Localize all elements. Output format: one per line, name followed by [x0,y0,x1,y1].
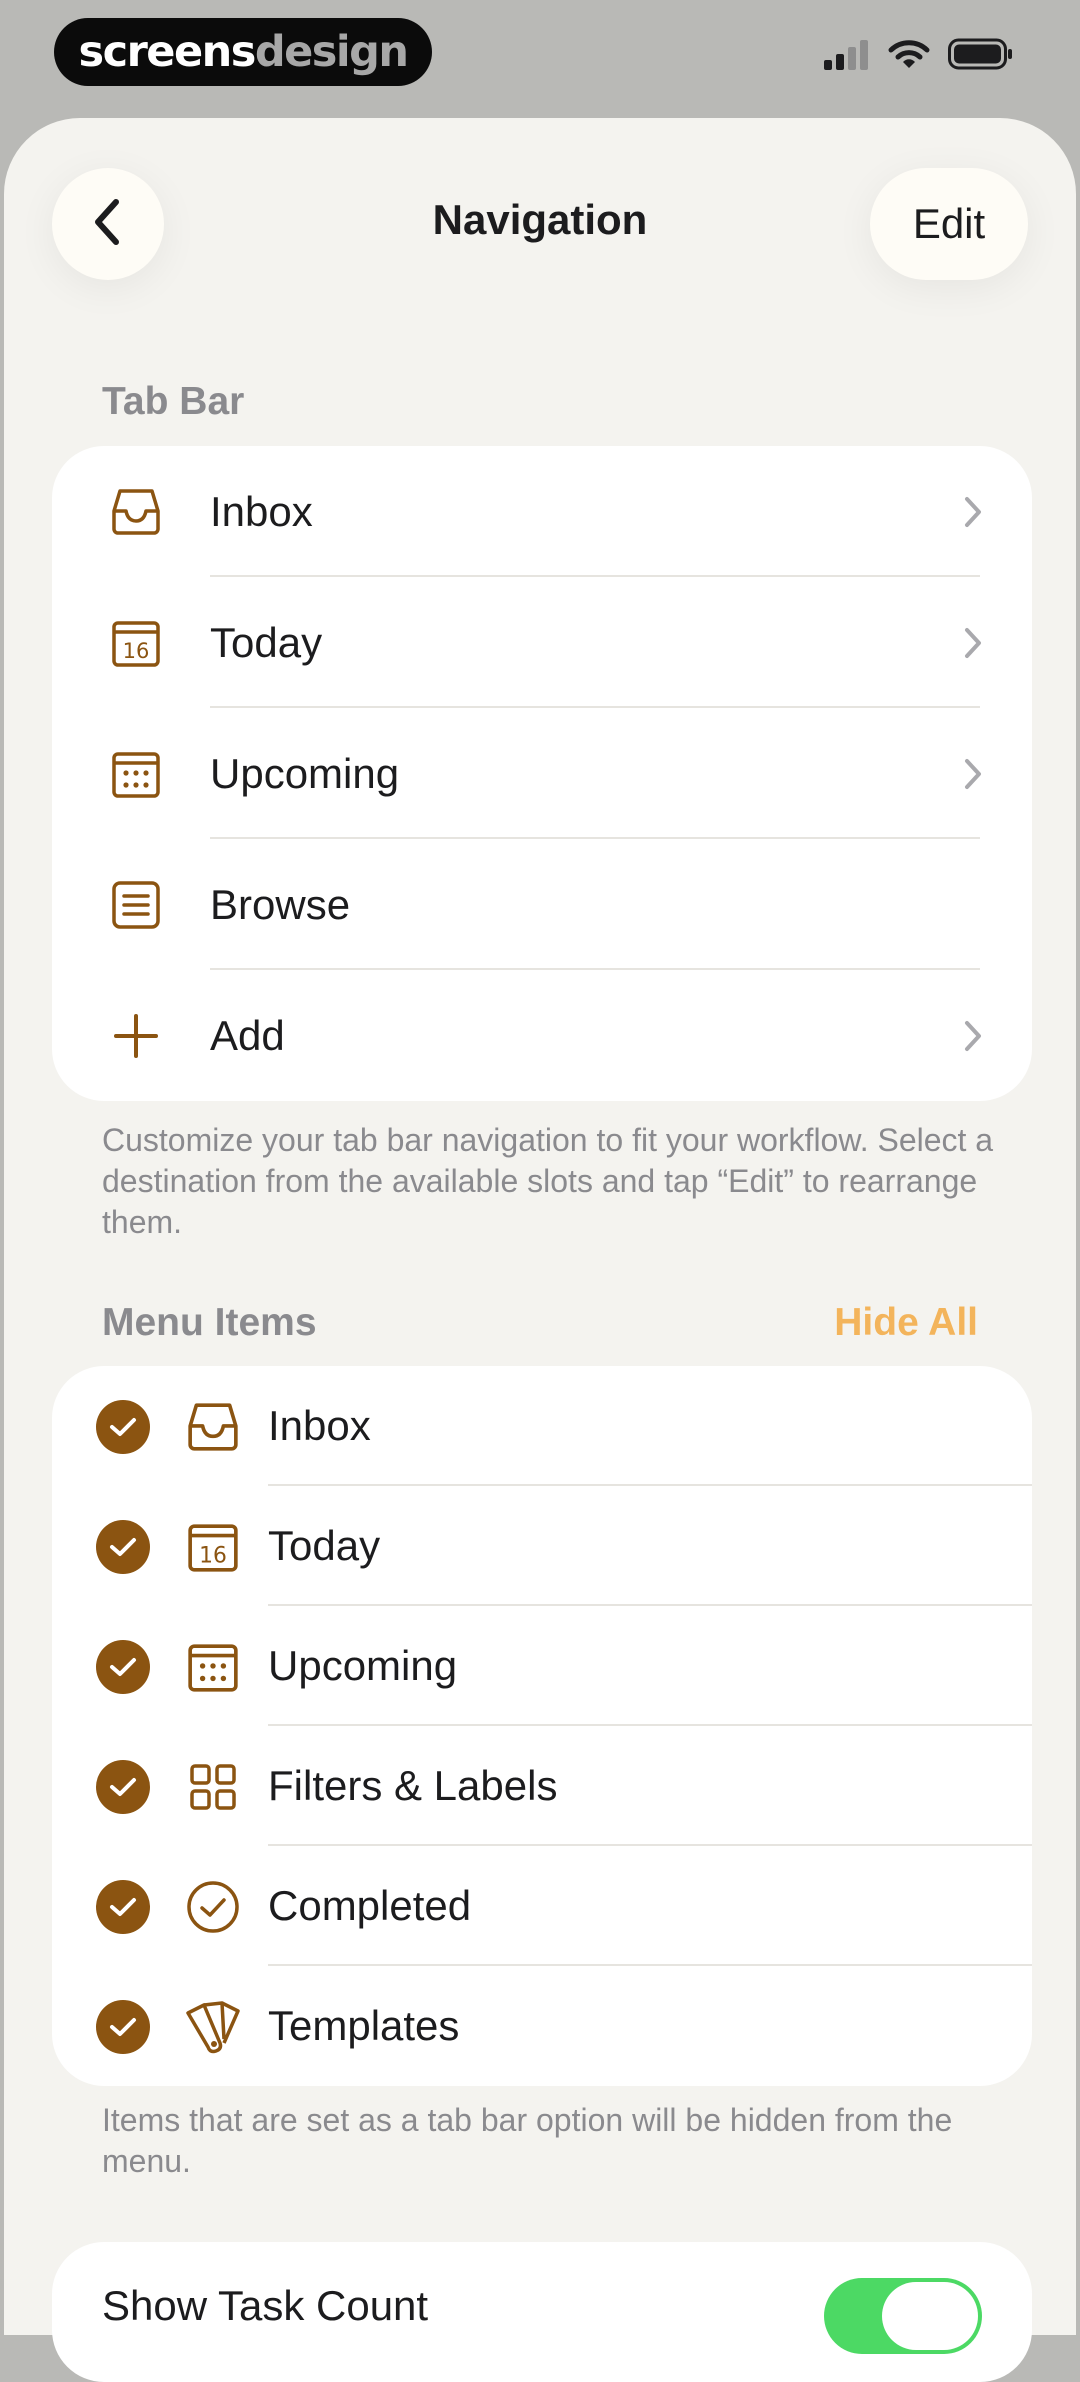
calendar-today-icon: 16 [108,615,164,671]
checkmark-circle-icon[interactable] [96,2000,150,2054]
tab-bar-section-title: Tab Bar [102,380,245,423]
tab-bar-item-add[interactable]: Add [52,970,1032,1101]
menu-item-completed[interactable]: Completed [52,1846,1032,1966]
menu-item-filters-labels[interactable]: Filters & Labels [52,1726,1032,1846]
tab-bar-item-upcoming[interactable]: Upcoming [52,708,1032,839]
menu-item-label: Templates [268,2002,460,2049]
filters-grid-icon [184,1758,242,1816]
tab-bar-item-today[interactable]: 16 Today [52,577,1032,708]
chevron-right-icon [962,625,984,666]
checkmark-circle-icon[interactable] [96,1640,150,1694]
inbox-icon [108,484,164,540]
edit-button[interactable]: Edit [870,168,1028,280]
tab-bar-item-label: Upcoming [210,750,400,797]
navigation-sheet: Navigation Edit Tab Bar Inbox 16 Today U… [4,118,1076,2382]
tab-bar-item-label: Today [210,619,323,666]
checkmark-circle-icon[interactable] [96,1760,150,1814]
tab-bar-footnote: Customize your tab bar navigation to fit… [102,1122,994,1240]
templates-swatch-icon [184,1998,242,2056]
menu-item-upcoming[interactable]: Upcoming [52,1606,1032,1726]
status-icons [824,38,1014,75]
calendar-number: 16 [123,639,150,663]
menu-items-card: Inbox 16 Today Upcoming Filters & Labels… [52,1366,1032,2086]
battery-icon [948,38,1014,75]
brand-text-part-1: screens [78,27,257,77]
menu-item-label: Filters & Labels [268,1762,558,1809]
chevron-right-icon [962,1018,984,1059]
menu-item-label: Completed [268,1882,472,1929]
show-task-count-label: Show Task Count [102,2282,429,2329]
show-task-count-toggle[interactable] [824,2278,982,2354]
chevron-right-icon [962,756,984,797]
menu-item-label: Upcoming [268,1642,458,1689]
menu-item-templates[interactable]: Templates [52,1966,1032,2086]
completed-circle-check-icon [184,1878,242,1936]
inbox-icon [184,1398,242,1456]
tab-bar-item-browse[interactable]: Browse [52,839,1032,970]
tab-bar-item-label: Add [210,1012,285,1059]
show-task-count-row: Show Task Count [52,2242,1032,2382]
plus-icon [108,1008,164,1064]
brand-logo: screens design [54,18,432,86]
tab-bar-card: Inbox 16 Today Upcoming Browse Add [52,446,1032,1101]
menu-item-label: Inbox [268,1402,371,1449]
tab-bar-item-label: Browse [210,881,351,928]
menu-item-label: Today [268,1522,381,1569]
nav-header: Navigation Edit [4,118,1076,288]
checkmark-circle-icon[interactable] [96,1400,150,1454]
toggle-knob [882,2282,978,2350]
browse-list-icon [108,877,164,933]
checkmark-circle-icon[interactable] [96,1520,150,1574]
menu-item-today[interactable]: 16 Today [52,1486,1032,1606]
hide-all-button[interactable]: Hide All [834,1301,978,1345]
menu-items-footnote: Items that are set as a tab bar option w… [102,2102,953,2179]
tab-bar-item-label: Inbox [210,488,313,535]
menu-items-section-title: Menu Items [102,1301,317,1344]
calendar-number: 16 [199,1544,227,1569]
calendar-upcoming-icon [184,1638,242,1696]
calendar-upcoming-icon [108,746,164,802]
tab-bar-item-inbox[interactable]: Inbox [52,446,1032,577]
cellular-signal-icon [824,38,870,75]
wifi-icon [888,38,930,75]
brand-text-part-2: design [254,27,409,77]
chevron-right-icon [962,494,984,535]
calendar-today-icon: 16 [184,1518,242,1576]
menu-item-inbox[interactable]: Inbox [52,1366,1032,1486]
checkmark-circle-icon[interactable] [96,1880,150,1934]
status-bar: screens design [0,0,1080,118]
